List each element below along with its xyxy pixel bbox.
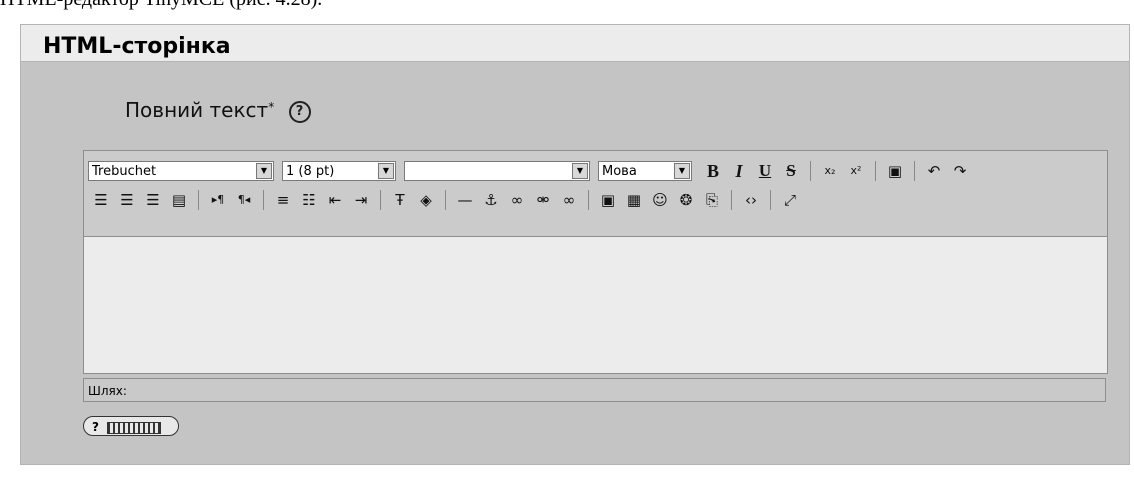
align-justify-icon[interactable]: ▤ <box>168 189 190 211</box>
help-icon[interactable]: ? <box>288 100 311 123</box>
toolbar-separator <box>588 190 589 210</box>
text-color-icon[interactable]: Ŧ <box>389 189 411 211</box>
underline-button[interactable]: U <box>754 160 776 182</box>
horizontal-rule-icon[interactable]: — <box>454 189 476 211</box>
subscript-button[interactable]: x₂ <box>819 160 841 182</box>
ordered-list-icon[interactable]: ≡ <box>272 189 294 211</box>
fieldset-legend: HTML-сторінка <box>37 34 237 59</box>
chevron-down-icon: ▼ <box>572 163 588 179</box>
align-center-icon[interactable]: ☰ <box>116 189 138 211</box>
rtl-icon[interactable]: ¶◂ <box>233 189 255 211</box>
toolbar-separator <box>380 190 381 210</box>
keyboard-help-button[interactable]: ? <box>83 416 179 436</box>
unlink-icon[interactable]: ⚮ <box>532 189 554 211</box>
toolbar-separator <box>810 161 811 181</box>
path-label: Шлях: <box>88 384 127 398</box>
chevron-down-icon: ▼ <box>378 163 394 179</box>
background-color-icon[interactable]: ◈ <box>415 189 437 211</box>
toolbar-separator <box>731 190 732 210</box>
full-text-label: Повний текст* ? <box>125 98 311 123</box>
paste-word-icon[interactable]: ▣ <box>884 160 906 182</box>
font-family-value: Trebuchet <box>92 164 157 179</box>
required-mark: * <box>268 100 275 114</box>
page-caption: HTML-редактор TinyMCE (рис. 4.28). <box>0 0 322 11</box>
unordered-list-icon[interactable]: ☷ <box>298 189 320 211</box>
fullscreen-icon[interactable]: ⤢ <box>779 189 801 211</box>
editor-status-bar: Шлях: <box>83 378 1106 402</box>
toolbar-row-1: Trebuchet ▼ 1 (8 pt) ▼ ▼ Мова ▼ B I U S … <box>88 158 973 184</box>
outdent-icon[interactable]: ⇤ <box>324 189 346 211</box>
language-select[interactable]: Мова ▼ <box>598 161 692 181</box>
html-source-icon[interactable]: ‹› <box>740 189 762 211</box>
italic-button[interactable]: I <box>728 160 750 182</box>
table-icon[interactable]: ▦ <box>623 189 645 211</box>
ltr-icon[interactable]: ▸¶ <box>207 189 229 211</box>
toolbar-row-2: ☰ ☰ ☰ ▤ ▸¶ ¶◂ ≡ ☷ ⇤ ⇥ Ŧ ◈ — ⚓ ∞ ⚮ ∞ ▣ ▦ … <box>88 187 803 213</box>
align-left-icon[interactable]: ☰ <box>90 189 112 211</box>
smiley-icon[interactable]: ☺ <box>649 189 671 211</box>
indent-icon[interactable]: ⇥ <box>350 189 372 211</box>
undo-icon[interactable]: ↶ <box>923 160 945 182</box>
link-icon[interactable]: ∞ <box>506 189 528 211</box>
chevron-down-icon: ▼ <box>256 163 272 179</box>
redo-icon[interactable]: ↷ <box>949 160 971 182</box>
editor-toolbar: Trebuchet ▼ 1 (8 pt) ▼ ▼ Мова ▼ B I U S … <box>83 150 1108 237</box>
bold-button[interactable]: B <box>702 160 724 182</box>
keyboard-icon <box>107 421 162 434</box>
keyboard-help-glyph: ? <box>92 420 99 434</box>
toolbar-separator <box>263 190 264 210</box>
font-size-value: 1 (8 pt) <box>286 164 335 179</box>
chevron-down-icon: ▼ <box>674 163 690 179</box>
toolbar-separator <box>445 190 446 210</box>
superscript-button[interactable]: x² <box>845 160 867 182</box>
editor-content-area[interactable] <box>83 236 1108 374</box>
search-replace-icon[interactable]: ⎘ <box>701 189 723 211</box>
align-right-icon[interactable]: ☰ <box>142 189 164 211</box>
strikethrough-button[interactable]: S <box>780 160 802 182</box>
font-family-select[interactable]: Trebuchet ▼ <box>88 161 274 181</box>
toolbar-separator <box>914 161 915 181</box>
no-link-icon[interactable]: ∞ <box>558 189 580 211</box>
full-text-label-text: Повний текст <box>125 98 269 122</box>
special-char-icon[interactable]: ❂ <box>675 189 697 211</box>
html-editor: Trebuchet ▼ 1 (8 pt) ▼ ▼ Мова ▼ B I U S … <box>83 150 1108 436</box>
toolbar-separator <box>198 190 199 210</box>
language-value: Мова <box>602 164 637 179</box>
toolbar-separator <box>770 190 771 210</box>
toolbar-separator <box>875 161 876 181</box>
font-size-select[interactable]: 1 (8 pt) ▼ <box>282 161 396 181</box>
style-select[interactable]: ▼ <box>404 161 590 181</box>
anchor-icon[interactable]: ⚓ <box>480 189 502 211</box>
image-icon[interactable]: ▣ <box>597 189 619 211</box>
